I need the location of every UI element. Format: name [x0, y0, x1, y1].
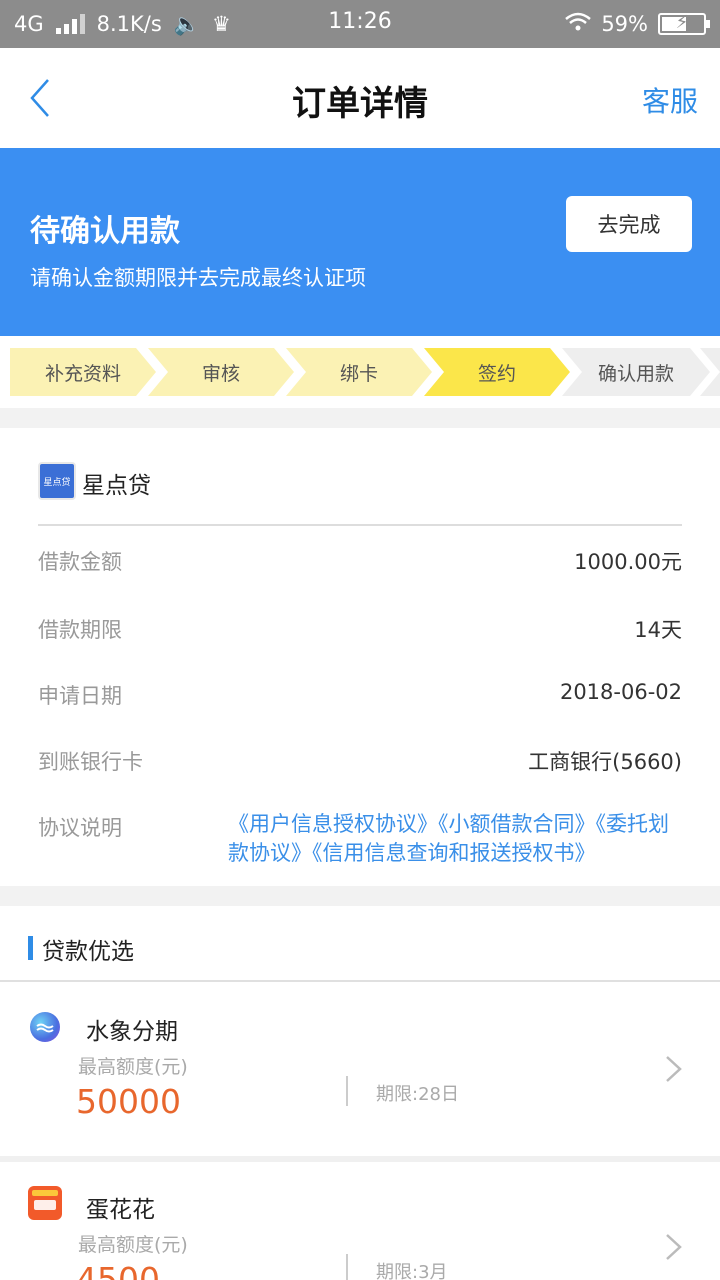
section-header: 贷款优选	[0, 906, 720, 982]
chevron-right-icon	[662, 1232, 686, 1262]
navigation-bar: 订单详情 客服	[0, 48, 720, 148]
loan-term-label: 借款期限	[38, 618, 122, 642]
banner-title: 待确认用款	[30, 214, 180, 249]
loan-recommendations: 贷款优选 水象分期 最高额度(元) 50000 期限:28日 蛋花花 最高额度(…	[0, 906, 720, 1280]
term-text: 期限:28日	[376, 1084, 459, 1105]
step-bind-card: 绑卡	[286, 348, 432, 396]
bank-card-value: 工商银行(5660)	[528, 750, 682, 774]
apply-date-label: 申请日期	[38, 684, 122, 708]
max-amount-label: 最高额度(元)	[78, 1056, 188, 1078]
battery-icon: ⚡	[658, 12, 710, 35]
section-accent-bar	[28, 936, 33, 960]
page-title: 订单详情	[292, 84, 428, 124]
product-name: 星点贷	[82, 473, 151, 499]
step-supplement-info: 补充资料	[10, 348, 156, 396]
egg-logo-icon	[28, 1186, 62, 1220]
loan-details-card: 星点贷 星点贷 借款金额 1000.00元 借款期限 14天 申请日期 2018…	[0, 428, 720, 886]
product-name: 蛋花花	[86, 1197, 155, 1223]
loan-amount-value: 1000.00元	[574, 550, 682, 574]
apply-date-value: 2018-06-02	[559, 680, 682, 704]
loan-term-value: 14天	[634, 618, 682, 642]
agreement-label: 协议说明	[38, 816, 122, 840]
step-confirm-use: 确认用款	[562, 348, 710, 396]
xingdiandai-logo-icon: 星点贷	[38, 462, 76, 500]
bank-card-label: 到账银行卡	[38, 750, 143, 774]
section-title: 贷款优选	[42, 939, 134, 965]
status-banner: 待确认用款 请确认金额期限并去完成最终认证项 去完成	[0, 148, 720, 336]
step-sign: 签约	[424, 348, 570, 396]
step-review: 审核	[148, 348, 294, 396]
clock: 11:26	[328, 9, 392, 34]
agreement-links[interactable]: 《用户信息授权协议》《小额借款合同》《委托划款协议》《信用信息查询和报送授权书》	[228, 810, 682, 868]
water-logo-icon	[30, 1012, 60, 1042]
progress-steps: 补充资料 审核 绑卡 签约 确认用款	[0, 336, 720, 408]
banner-subtitle: 请确认金额期限并去完成最终认证项	[30, 266, 366, 290]
customer-service-link[interactable]: 客服	[642, 80, 698, 120]
product-name: 水象分期	[86, 1019, 178, 1045]
term-text: 期限:3月	[376, 1262, 448, 1280]
divider	[346, 1254, 348, 1280]
loan-product-card[interactable]: 蛋花花 最高额度(元) 4500 期限:3月	[0, 1156, 720, 1280]
divider	[38, 524, 682, 526]
loan-product-card[interactable]: 水象分期 最高额度(元) 50000 期限:28日	[0, 984, 720, 1160]
max-amount-label: 最高额度(元)	[78, 1234, 188, 1256]
status-bar: 4G 8.1K/s 🔈 ♛ 11:26 59% ⚡	[0, 0, 720, 48]
loan-amount-label: 借款金额	[38, 550, 122, 574]
divider	[346, 1076, 348, 1106]
chevron-right-icon	[662, 1054, 686, 1084]
max-amount-value: 4500	[76, 1260, 160, 1280]
max-amount-value: 50000	[76, 1082, 181, 1121]
go-complete-button[interactable]: 去完成	[566, 196, 692, 252]
